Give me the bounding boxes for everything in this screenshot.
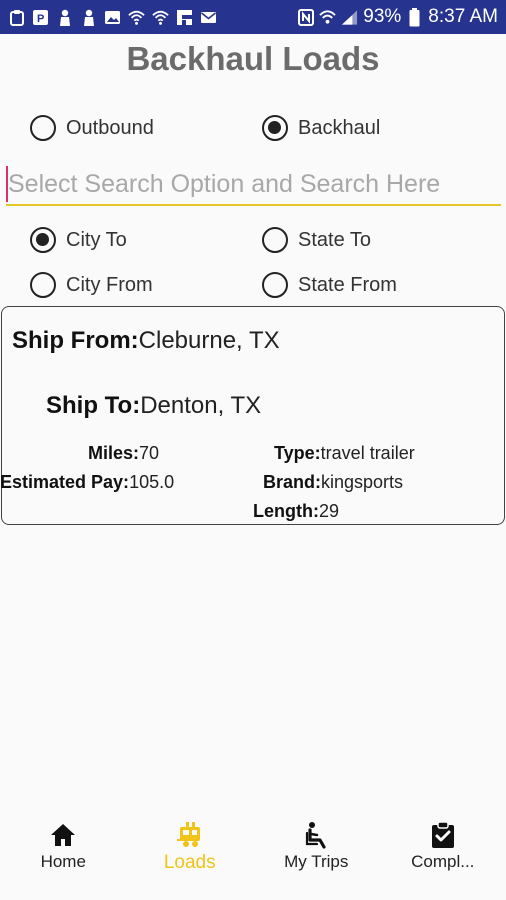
wifi-icon	[128, 9, 145, 26]
backhaul-label: Backhaul	[298, 116, 381, 139]
ship-from-label: Ship From:	[12, 327, 139, 354]
type-value: travel trailer	[320, 443, 415, 463]
radio-backhaul[interactable]: Backhaul	[262, 115, 380, 141]
ship-to-label: Ship To:	[46, 392, 141, 419]
miles-field: Miles:70	[88, 443, 159, 464]
length-label: Length:	[253, 501, 319, 521]
seated-person-icon	[301, 820, 331, 850]
miles-label: Miles:	[88, 443, 140, 463]
nav-loads[interactable]: Loads	[127, 806, 254, 900]
length-field: Length:29	[253, 501, 339, 522]
wifi-icon	[152, 9, 169, 26]
load-card[interactable]: Ship From:Cleburne, TX Ship To:Denton, T…	[0, 306, 505, 525]
mail-icon	[200, 9, 217, 26]
state-from-label: State From	[298, 273, 397, 296]
radio-state-to[interactable]: State To	[262, 227, 371, 253]
clipboard-icon	[8, 9, 25, 26]
nav-home-label: Home	[40, 852, 86, 871]
search-input[interactable]	[8, 164, 498, 204]
wifi-icon	[319, 9, 336, 26]
nfc-icon	[297, 8, 314, 26]
radio-city-from[interactable]: City From	[30, 272, 153, 298]
city-to-radio-button[interactable]	[30, 227, 56, 253]
brand-label: Brand:	[263, 472, 321, 492]
outbound-radio-button[interactable]	[30, 115, 56, 141]
image-icon	[104, 9, 121, 26]
nav-my-trips-label: My Trips	[284, 852, 349, 871]
radio-city-to[interactable]: City To	[30, 227, 127, 253]
battery-icon	[406, 7, 423, 26]
type-label: Type:	[274, 443, 321, 463]
search-field[interactable]	[6, 164, 501, 206]
estimated-pay-label: Estimated Pay:	[0, 472, 130, 492]
city-to-label: City To	[66, 228, 127, 251]
nav-completed[interactable]: Compl...	[380, 806, 506, 900]
trailer-icon	[175, 820, 205, 850]
brand-field: Brand:kingsports	[263, 472, 403, 493]
status-bar: P 93% 8:37 AM	[0, 0, 506, 34]
signal-icon	[341, 9, 358, 26]
estimated-pay-value: 105.0	[129, 472, 175, 492]
flipboard-icon	[176, 9, 193, 26]
nav-home[interactable]: Home	[0, 806, 127, 900]
ship-from: Ship From:Cleburne, TX	[12, 327, 280, 355]
type-field: Type:travel trailer	[274, 443, 415, 464]
nav-completed-label: Compl...	[411, 852, 475, 871]
backhaul-radio-button[interactable]	[262, 115, 288, 141]
person-icon	[80, 9, 97, 26]
clock: 8:37 AM	[428, 6, 498, 27]
city-from-radio-button[interactable]	[30, 272, 56, 298]
parking-icon: P	[32, 9, 49, 26]
city-from-label: City From	[66, 273, 153, 296]
battery-percent: 93%	[363, 6, 402, 27]
bottom-nav: Home Loads My Trips Compl...	[0, 806, 506, 900]
person-icon	[56, 9, 73, 26]
ship-to-value: Denton, TX	[140, 392, 262, 419]
radio-state-from[interactable]: State From	[262, 272, 397, 298]
state-to-radio-button[interactable]	[262, 227, 288, 253]
estimated-pay-field: Estimated Pay:105.0	[0, 472, 174, 493]
home-icon	[48, 820, 78, 850]
radio-outbound[interactable]: Outbound	[30, 115, 154, 141]
ship-to: Ship To:Denton, TX	[46, 392, 261, 420]
nav-loads-label: Loads	[163, 852, 216, 873]
length-value: 29	[318, 501, 340, 521]
page-title: Backhaul Loads	[126, 40, 380, 77]
outbound-label: Outbound	[66, 116, 154, 139]
state-to-label: State To	[298, 228, 372, 251]
miles-value: 70	[139, 443, 160, 463]
ship-from-value: Cleburne, TX	[138, 327, 280, 354]
nav-my-trips[interactable]: My Trips	[253, 806, 380, 900]
brand-value: kingsports	[321, 472, 404, 492]
svg-text:P: P	[37, 13, 44, 25]
clipboard-check-icon	[428, 820, 458, 850]
state-from-radio-button[interactable]	[262, 272, 288, 298]
